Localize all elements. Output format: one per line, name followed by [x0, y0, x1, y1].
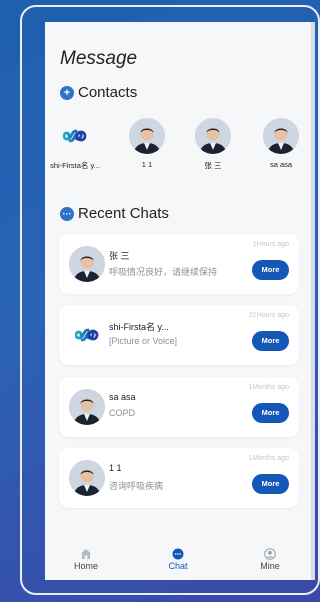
tab-label: Home: [73, 561, 98, 571]
chat-time: 21Hours ago: [248, 312, 289, 319]
contact-item[interactable]: sa asa: [251, 118, 311, 169]
more-button[interactable]: More: [252, 403, 289, 423]
tab-chat[interactable]: Chat: [148, 547, 208, 571]
chat-name: 1 1: [109, 463, 122, 473]
contact-name: 张 三: [204, 161, 222, 170]
person-avatar: [69, 246, 105, 282]
infinity-logo-icon: [57, 118, 93, 154]
chat-time: 1Months ago: [248, 455, 289, 462]
chat-dots-icon: ···: [60, 206, 74, 221]
chat-card[interactable]: sa asa COPD 1Months ago More: [59, 377, 299, 437]
plus-circle-icon[interactable]: +: [60, 85, 74, 100]
contacts-title: Contacts: [78, 84, 138, 101]
chat-name: 张 三: [109, 251, 130, 261]
bottom-tab-bar: Home Chat Mine: [45, 542, 311, 580]
tab-label: Mine: [260, 561, 280, 571]
tab-mine[interactable]: Mine: [240, 547, 300, 571]
more-button[interactable]: More: [252, 474, 289, 494]
contact-name: sa asa: [269, 160, 293, 169]
contacts-header: + Contacts: [60, 84, 137, 101]
contact-name: 1 1: [141, 160, 153, 169]
chat-preview: [Picture or Voice]: [109, 336, 178, 346]
person-avatar: [195, 118, 231, 154]
chat-card[interactable]: 1 1 咨询呼吸疾病 1Months ago More: [59, 448, 299, 508]
chat-bubble-icon: [148, 547, 208, 561]
chat-name: shi-Firsta名 y...: [109, 322, 169, 332]
more-button[interactable]: More: [252, 331, 289, 351]
tab-label: Chat: [168, 561, 188, 571]
chat-time: 1Months ago: [248, 384, 289, 391]
recent-chats-header: ··· Recent Chats: [60, 205, 169, 222]
person-avatar: [263, 118, 299, 154]
more-button[interactable]: More: [252, 260, 289, 280]
person-avatar: [69, 389, 105, 425]
chat-preview: 呼吸情况良好，请继续保持: [109, 267, 218, 277]
person-avatar: [69, 460, 105, 496]
person-avatar: [129, 118, 165, 154]
screen-edge: [311, 22, 315, 580]
infinity-logo-icon: [69, 317, 105, 353]
contact-item[interactable]: 1 1: [117, 118, 177, 169]
tab-home[interactable]: Home: [56, 547, 116, 571]
contact-item[interactable]: 张 三: [183, 118, 243, 171]
user-circle-icon: [240, 547, 300, 561]
recent-chats-title: Recent Chats: [78, 205, 169, 222]
app-screen: Message + Contacts shi-Firsta名 y... 1 1 …: [45, 22, 311, 580]
chat-preview: COPD: [109, 408, 136, 418]
contacts-list: shi-Firsta名 y... 1 1 张 三 sa asa: [45, 118, 311, 178]
chat-card[interactable]: shi-Firsta名 y... [Picture or Voice] 21Ho…: [59, 305, 299, 365]
chat-name: sa asa: [109, 392, 136, 402]
contact-name: shi-Firsta名 y...: [50, 161, 100, 170]
chat-preview: 咨询呼吸疾病: [109, 481, 164, 491]
home-icon: [56, 547, 116, 561]
contact-item[interactable]: shi-Firsta名 y...: [45, 118, 105, 171]
chat-time: 1Hours ago: [252, 241, 289, 248]
page-title: Message: [60, 48, 138, 69]
chat-card[interactable]: 张 三 呼吸情况良好，请继续保持 1Hours ago More: [59, 234, 299, 294]
